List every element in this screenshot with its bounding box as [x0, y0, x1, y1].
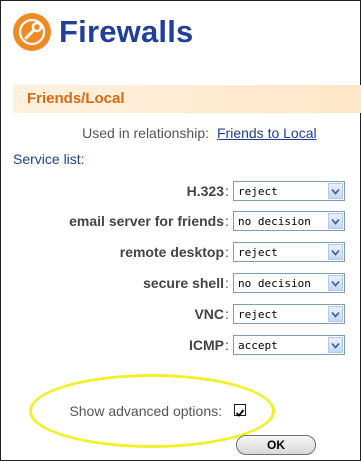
service-select-icmp[interactable]: accept: [233, 335, 345, 355]
select-value: no decision: [238, 277, 311, 290]
service-row-email-server: email server for friends : no decision: [1, 211, 361, 233]
advanced-options-label: Show advanced options:: [69, 403, 222, 419]
service-label: H.323: [186, 183, 224, 199]
service-row-h323: H.323 : reject: [1, 181, 361, 203]
page-header: Firewalls: [13, 13, 193, 51]
firewall-panel: Firewalls Friends/Local Used in relation…: [0, 0, 361, 461]
service-row-icmp: ICMP : accept: [1, 335, 361, 357]
chevron-down-icon[interactable]: [328, 183, 343, 199]
service-select-h323[interactable]: reject: [233, 181, 345, 201]
section-title: Friends/Local: [27, 90, 125, 107]
chevron-down-icon[interactable]: [328, 275, 343, 291]
service-row-vnc: VNC : reject: [1, 304, 361, 326]
colon: :: [225, 213, 229, 229]
section-header: Friends/Local: [13, 85, 361, 113]
checkmark-icon: [235, 409, 245, 417]
select-value: reject: [238, 246, 278, 259]
select-value: reject: [238, 185, 278, 198]
service-label: ICMP: [189, 337, 224, 353]
select-value: no decision: [238, 215, 311, 228]
colon: :: [225, 306, 229, 322]
service-row-remote-desktop: remote desktop : reject: [1, 242, 361, 264]
service-select-remote-desktop[interactable]: reject: [233, 242, 345, 262]
service-select-vnc[interactable]: reject: [233, 304, 345, 324]
chevron-down-icon[interactable]: [328, 337, 343, 353]
service-label: email server for friends: [69, 213, 224, 229]
service-select-email-server[interactable]: no decision: [233, 211, 345, 231]
colon: :: [225, 244, 229, 260]
chevron-down-icon[interactable]: [328, 244, 343, 260]
service-label: remote desktop: [119, 244, 224, 260]
wrench-icon: [13, 13, 51, 51]
chevron-down-icon[interactable]: [328, 306, 343, 322]
chevron-down-icon[interactable]: [328, 213, 343, 229]
relationship-link[interactable]: Friends to Local: [217, 125, 317, 141]
relationship-label: Used in relationship:: [82, 125, 209, 141]
service-label: secure shell: [143, 275, 224, 291]
ok-button[interactable]: OK: [236, 435, 316, 455]
colon: :: [225, 183, 229, 199]
select-value: accept: [238, 339, 278, 352]
service-list-label: Service list:: [13, 151, 85, 167]
colon: :: [225, 337, 229, 353]
advanced-options-checkbox[interactable]: [234, 404, 246, 417]
select-value: reject: [238, 308, 278, 321]
colon: :: [225, 275, 229, 291]
service-select-secure-shell[interactable]: no decision: [233, 273, 345, 293]
service-label: VNC: [194, 306, 224, 322]
service-row-secure-shell: secure shell : no decision: [1, 273, 361, 295]
page-title: Firewalls: [59, 14, 194, 49]
